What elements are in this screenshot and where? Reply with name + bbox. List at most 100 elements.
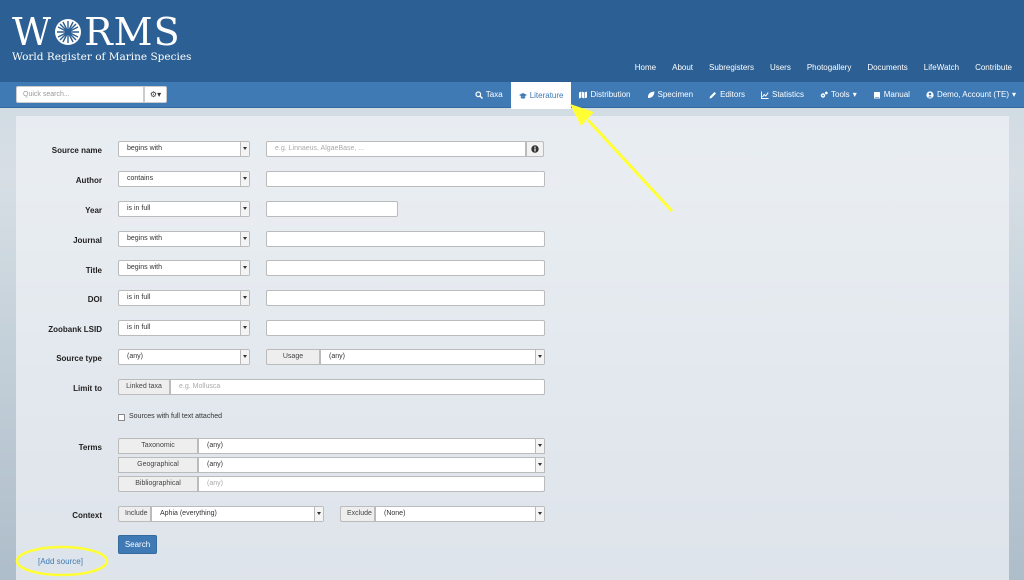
- top-nav-photogallery[interactable]: Photogallery: [801, 63, 857, 72]
- linked-taxa-input[interactable]: e.g. Mollusca: [170, 379, 545, 395]
- context-label: Context: [72, 511, 102, 520]
- top-nav-home[interactable]: Home: [629, 63, 662, 72]
- source-type-value: (any): [127, 353, 143, 360]
- tab-distribution[interactable]: Distribution: [571, 82, 638, 108]
- tab-specimen[interactable]: Specimen: [639, 82, 702, 108]
- source-name-input[interactable]: e.g. Linnaeus, AlgaeBase, ...: [266, 141, 526, 157]
- author-input[interactable]: [266, 171, 545, 187]
- book-icon: [873, 92, 880, 99]
- tab-tools[interactable]: Tools ▾: [812, 82, 865, 108]
- search-button[interactable]: Search: [118, 535, 157, 554]
- journal-label: Journal: [73, 236, 102, 245]
- site-header: W RMS World Register of Marine Species H…: [0, 0, 1024, 82]
- top-nav-documents[interactable]: Documents: [861, 63, 913, 72]
- bibliographical-input[interactable]: (any): [198, 476, 545, 492]
- year-operator-value: is in full: [127, 205, 151, 212]
- exclude-select[interactable]: (None): [375, 506, 545, 522]
- geographical-value: (any): [207, 461, 223, 468]
- tab-distribution-label: Distribution: [590, 90, 631, 99]
- source-name-label: Source name: [51, 146, 102, 155]
- usage-select[interactable]: (any): [320, 349, 545, 365]
- tab-taxa[interactable]: Taxa: [467, 82, 511, 108]
- quick-search-options-button[interactable]: ⚙▾: [144, 86, 167, 103]
- account-label: Demo, Account (TE): [936, 90, 1009, 99]
- logo-letter-w: W: [12, 10, 53, 54]
- year-input[interactable]: [266, 201, 398, 217]
- tab-taxa-label: Taxa: [485, 90, 503, 99]
- journal-input[interactable]: [266, 231, 545, 247]
- source-type-select[interactable]: (any): [118, 349, 250, 365]
- top-nav-subregisters[interactable]: Subregisters: [703, 63, 760, 72]
- logo-subtitle: World Register of Marine Species: [12, 51, 192, 63]
- tab-editors[interactable]: Editors: [701, 82, 753, 108]
- literature-search-panel: Source name begins with e.g. Linnaeus, A…: [16, 116, 1009, 580]
- chevron-down-icon: [535, 350, 544, 364]
- geographical-addon: Geographical: [118, 457, 198, 473]
- limit-to-label: Limit to: [73, 384, 102, 393]
- title-input[interactable]: [266, 260, 545, 276]
- top-nav-lifewatch[interactable]: LifeWatch: [918, 63, 965, 72]
- journal-operator-select[interactable]: begins with: [118, 231, 250, 247]
- info-icon: [531, 145, 539, 153]
- tab-editors-label: Editors: [720, 90, 745, 99]
- zoobank-input[interactable]: [266, 320, 545, 336]
- doi-input[interactable]: [266, 290, 545, 306]
- fulltext-checkbox[interactable]: [118, 414, 125, 421]
- journal-operator-value: begins with: [127, 235, 163, 242]
- caret-down-icon: ▾: [852, 90, 857, 99]
- include-addon: Include: [118, 506, 151, 522]
- zoobank-operator-select[interactable]: is in full: [118, 320, 250, 336]
- tab-literature[interactable]: Literature: [510, 82, 572, 109]
- tab-literature-label: Literature: [529, 90, 564, 100]
- doi-operator-select[interactable]: is in full: [118, 290, 250, 306]
- taxonomic-select[interactable]: (any): [198, 438, 545, 454]
- title-operator-value: begins with: [127, 264, 163, 271]
- logo-starfish-icon: [55, 19, 82, 45]
- zoobank-operator-value: is in full: [127, 324, 151, 331]
- top-nav-contribute[interactable]: Contribute: [969, 63, 1018, 72]
- source-name-operator-value: begins with: [127, 145, 163, 152]
- zoobank-label: Zoobank LSID: [48, 325, 102, 334]
- chevron-down-icon: [240, 232, 249, 246]
- leaf-icon: [647, 91, 654, 98]
- chevron-down-icon: [240, 202, 249, 216]
- chevron-down-icon: [240, 261, 249, 275]
- chevron-down-icon: [240, 350, 249, 364]
- tab-specimen-label: Specimen: [657, 90, 694, 99]
- add-source-link[interactable]: [Add source]: [38, 557, 83, 566]
- main-navbar: Quick search... ⚙▾ Taxa Literature Distr…: [0, 82, 1024, 109]
- author-operator-select[interactable]: contains: [118, 171, 250, 187]
- fulltext-checkbox-label[interactable]: Sources with full text attached: [129, 413, 222, 420]
- top-nav: Home About Subregisters Users Photogalle…: [625, 63, 1018, 72]
- worms-logo[interactable]: W RMS World Register of Marine Species: [12, 12, 191, 63]
- title-label: Title: [85, 266, 102, 275]
- include-select[interactable]: Aphia (everything): [151, 506, 324, 522]
- search-icon: [475, 91, 483, 99]
- caret-down-icon: ▾: [1011, 90, 1016, 99]
- doi-operator-value: is in full: [127, 294, 151, 301]
- chevron-down-icon: [535, 439, 544, 453]
- top-nav-users[interactable]: Users: [764, 63, 797, 72]
- year-operator-select[interactable]: is in full: [118, 201, 250, 217]
- tab-manual[interactable]: Manual: [865, 82, 918, 108]
- geographical-select[interactable]: (any): [198, 457, 545, 473]
- sub-nav: Taxa Literature Distribution Specimen Ed…: [467, 82, 1024, 109]
- tab-statistics[interactable]: Statistics: [753, 82, 812, 108]
- title-operator-select[interactable]: begins with: [118, 260, 250, 276]
- author-label: Author: [75, 176, 102, 185]
- quick-search-input[interactable]: Quick search...: [16, 86, 144, 103]
- chevron-down-icon: [240, 172, 249, 186]
- top-nav-about[interactable]: About: [666, 63, 699, 72]
- cogs-icon: [820, 91, 828, 98]
- source-name-info-button[interactable]: [526, 141, 544, 157]
- line-chart-icon: [761, 91, 769, 99]
- chevron-down-icon: [535, 458, 544, 472]
- source-name-operator-select[interactable]: begins with: [118, 141, 250, 157]
- account-menu[interactable]: Demo, Account (TE) ▾: [918, 82, 1024, 108]
- author-operator-value: contains: [127, 175, 154, 182]
- bibliographical-addon: Bibliographical: [118, 476, 198, 492]
- user-circle-icon: [926, 91, 934, 99]
- logo-wordmark: W RMS: [12, 12, 191, 52]
- doi-label: DOI: [87, 295, 102, 304]
- source-type-label: Source type: [56, 354, 102, 363]
